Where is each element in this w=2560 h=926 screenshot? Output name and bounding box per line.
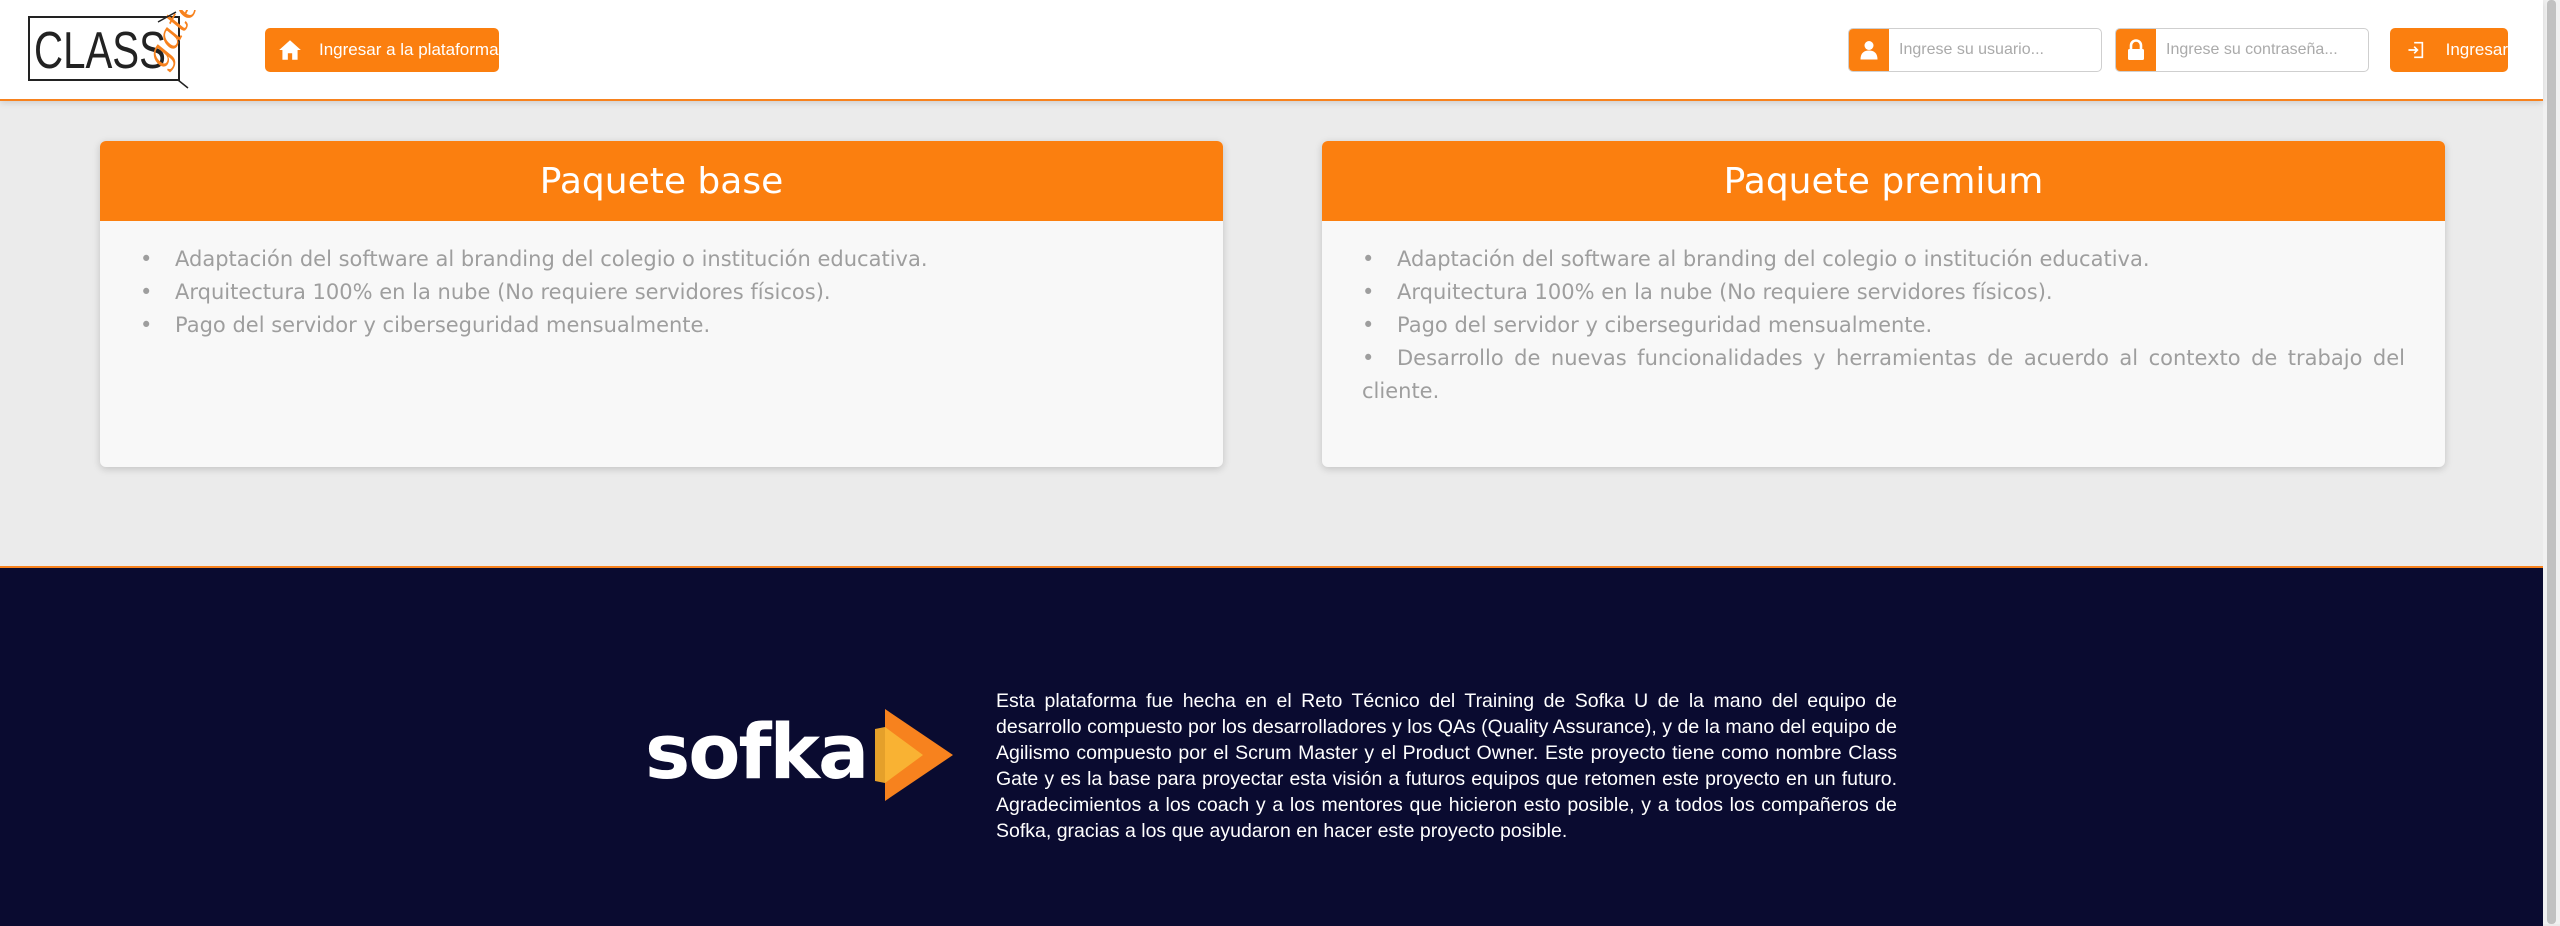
feature-item: • Arquitectura 100% en la nube (No requie… bbox=[140, 280, 831, 304]
package-card-base: Paquete base • Adaptación del software al… bbox=[100, 141, 1223, 467]
top-navbar: CLASS gate Ingresar a la plataforma Ingr… bbox=[0, 0, 2543, 101]
package-card-title: Paquete premium bbox=[1322, 141, 2445, 221]
login-button-label: Ingresar bbox=[2445, 40, 2508, 59]
class-gate-logo[interactable]: CLASS gate bbox=[28, 10, 233, 90]
footer-description: Esta plataforma fue hecha en el Reto Téc… bbox=[996, 689, 1897, 842]
lock-icon bbox=[2116, 29, 2156, 71]
sofka-chevron-icon bbox=[875, 709, 953, 801]
login-button[interactable]: Ingresar bbox=[2390, 28, 2508, 72]
scrollbar-thumb[interactable] bbox=[2547, 0, 2556, 924]
package-feature-list: • Adaptación del software al branding del… bbox=[140, 243, 1183, 342]
feature-item: • Desarrollo de nuevas funcionalidades y … bbox=[1362, 346, 2405, 403]
enter-platform-button[interactable]: Ingresar a la plataforma bbox=[265, 28, 499, 72]
feature-item: • Arquitectura 100% en la nube (No requie… bbox=[1362, 280, 2053, 304]
feature-item: • Adaptación del software al branding del… bbox=[1362, 247, 2150, 271]
sign-in-icon bbox=[2408, 41, 2424, 59]
vertical-scrollbar[interactable] bbox=[2543, 0, 2560, 924]
package-card-title: Paquete base bbox=[100, 141, 1223, 221]
user-icon bbox=[1849, 29, 1889, 71]
sofka-logo[interactable]: sofka bbox=[645, 701, 953, 801]
password-input[interactable] bbox=[2156, 29, 2368, 71]
feature-item: • Adaptación del software al branding del… bbox=[140, 247, 928, 271]
enter-platform-label: Ingresar a la plataforma bbox=[319, 40, 499, 59]
feature-item: • Pago del servidor y ciberseguridad mens… bbox=[140, 313, 711, 337]
home-icon bbox=[279, 40, 301, 60]
username-input[interactable] bbox=[1889, 29, 2101, 71]
feature-item: • Pago del servidor y ciberseguridad mens… bbox=[1362, 313, 1933, 337]
sofka-logo-text: sofka bbox=[645, 706, 869, 796]
package-card-premium: Paquete premium • Adaptación del software… bbox=[1322, 141, 2445, 467]
password-field-group bbox=[2115, 28, 2369, 72]
page-footer: sofka Esta plataforma fue hecha en el Re… bbox=[0, 566, 2543, 926]
username-field-group bbox=[1848, 28, 2102, 72]
package-feature-list: • Adaptación del software al branding del… bbox=[1362, 243, 2405, 408]
